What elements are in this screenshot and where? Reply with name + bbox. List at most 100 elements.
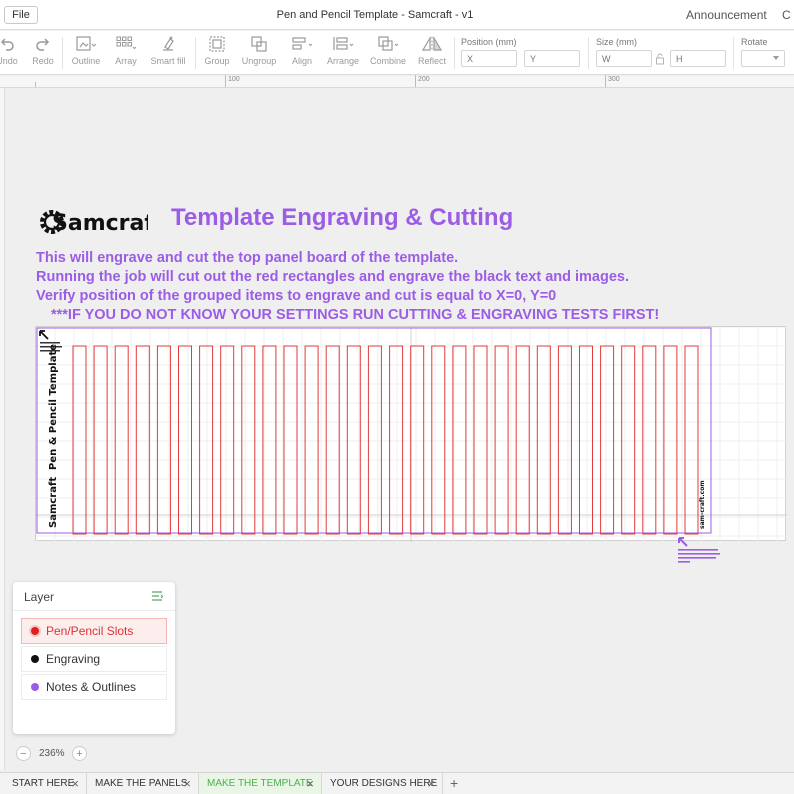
size-width-input[interactable]: [596, 50, 652, 67]
add-page-button[interactable]: +: [450, 773, 458, 794]
layer-panel-title: Layer: [24, 590, 55, 604]
document-title: Pen and Pencil Template - Samcraft - v1: [276, 9, 474, 21]
pen-slot-cut: [473, 345, 488, 535]
chevron-down-icon: [773, 56, 779, 60]
pen-slot-cut: [494, 345, 509, 535]
pen-slot-cut: [536, 345, 551, 535]
pen-slot-cut: [199, 345, 214, 535]
notes-outline-rect: [36, 327, 712, 534]
position-y-input[interactable]: [524, 50, 580, 67]
tab-label: START HERE: [12, 778, 75, 789]
pen-slot-cut: [600, 345, 615, 535]
pen-slot-group: [72, 345, 699, 535]
size-height-input[interactable]: [670, 50, 726, 67]
arrange-icon: [333, 37, 354, 50]
pen-slot-cut: [367, 345, 382, 535]
board-title-text: Pen & Pencil Template: [48, 344, 59, 470]
combine-icon: [378, 36, 399, 51]
lock-aspect-icon[interactable]: [655, 52, 665, 65]
rotate-select[interactable]: [741, 50, 785, 67]
ruler-label-200: 200: [418, 76, 430, 83]
combine-button[interactable]: Combine: [369, 35, 407, 71]
reflect-button[interactable]: Reflect: [415, 35, 449, 71]
instruction-line: This will engrave and cut the top panel …: [36, 250, 459, 266]
align-label: Align: [291, 56, 312, 66]
align-button[interactable]: Align: [286, 35, 318, 71]
instruction-line: Verify position of the grouped items to …: [36, 288, 557, 304]
arrange-button[interactable]: Arrange: [324, 35, 362, 71]
pen-slot-cut: [663, 345, 678, 535]
samcraft-logo: Samcraft: [40, 210, 148, 236]
zoom-in-button[interactable]: +: [72, 746, 87, 761]
pen-slot-cut: [220, 345, 235, 535]
cut-note: [678, 537, 720, 563]
pen-slot-cut: [621, 345, 636, 535]
file-menu-button[interactable]: File: [4, 6, 38, 24]
undo-label: Undo: [0, 56, 18, 66]
pen-slot-cut: [93, 345, 108, 535]
template-board[interactable]: Pen & Pencil Template Samcraft sam-craft…: [35, 326, 787, 542]
array-grid-icon: [116, 36, 137, 50]
horizontal-ruler: 100 200 300: [0, 75, 794, 88]
group-icon: [209, 36, 225, 52]
zoom-out-button[interactable]: −: [16, 746, 31, 761]
pen-slot-cut: [135, 345, 150, 535]
outline-button[interactable]: Outline: [68, 35, 104, 71]
layer-options-icon[interactable]: [151, 590, 163, 602]
toolbar: Undo Redo Outline Array Smart fill Group…: [0, 31, 794, 75]
smart-fill-label: Smart fill: [150, 56, 186, 66]
layer-item-pen-pencil-slots[interactable]: Pen/Pencil Slots: [21, 618, 167, 644]
layer-panel: Layer Pen/Pencil Slots Engraving Notes &…: [13, 582, 175, 734]
smart-fill-button[interactable]: Smart fill: [148, 35, 188, 71]
zoom-level: 236%: [39, 748, 65, 759]
arrange-label: Arrange: [326, 56, 360, 66]
layer-panel-divider: [13, 610, 175, 611]
close-icon[interactable]: ×: [183, 773, 191, 794]
pen-slot-cut: [304, 345, 319, 535]
pen-slot-cut: [156, 345, 171, 535]
undo-button[interactable]: Undo: [0, 35, 22, 71]
ungroup-button[interactable]: Ungroup: [239, 35, 279, 71]
pen-slot-cut: [262, 345, 277, 535]
announcement-link[interactable]: Announcement: [686, 8, 767, 22]
tab-label: YOUR DESIGNS HERE: [330, 778, 438, 789]
pen-slot-cut: [684, 345, 699, 535]
pen-slot-cut: [325, 345, 340, 535]
ungroup-label: Ungroup: [241, 56, 277, 66]
tab-make-the-template[interactable]: MAKE THE TEMPLATE ×: [199, 773, 322, 794]
outline-label: Outline: [71, 56, 101, 66]
layer-item-label: Pen/Pencil Slots: [46, 624, 134, 638]
truncated-menu-item[interactable]: C: [782, 8, 791, 22]
position-x-input[interactable]: [461, 50, 517, 67]
pen-slot-cut: [557, 345, 572, 535]
page-tab-bar: START HERE × MAKE THE PANELS × MAKE THE TE…: [0, 772, 794, 794]
toolbar-divider: [733, 37, 734, 69]
ruler-tick: [225, 75, 226, 87]
group-label: Group: [204, 56, 230, 66]
instruction-line: Running the job will cut out the red rec…: [36, 269, 629, 285]
layer-item-notes-outlines[interactable]: Notes & Outlines: [21, 674, 167, 700]
pen-slot-cut: [431, 345, 446, 535]
board-artwork: Pen & Pencil Template Samcraft sam-craft…: [36, 327, 787, 542]
array-button[interactable]: Array: [109, 35, 143, 71]
align-icon: [292, 37, 313, 50]
pen-slot-cut: [283, 345, 298, 535]
toolbar-divider: [195, 37, 196, 69]
tab-your-designs-here[interactable]: YOUR DESIGNS HERE ×: [322, 773, 443, 794]
close-icon[interactable]: ×: [306, 773, 314, 794]
close-icon[interactable]: ×: [71, 773, 79, 794]
redo-button[interactable]: Redo: [28, 35, 58, 71]
size-label: Size (mm): [596, 37, 637, 47]
page-heading: Template Engraving & Cutting: [171, 204, 514, 231]
tab-label: MAKE THE PANELS: [95, 778, 188, 789]
toolbar-divider: [454, 37, 455, 69]
layer-item-engraving[interactable]: Engraving: [21, 646, 167, 672]
array-label: Array: [115, 56, 137, 66]
toolbar-divider: [62, 37, 63, 69]
undo-icon: [0, 38, 14, 51]
ruler-tick: [415, 75, 416, 87]
close-icon[interactable]: ×: [427, 773, 435, 794]
tab-start-here[interactable]: START HERE ×: [4, 773, 87, 794]
tab-make-the-panels[interactable]: MAKE THE PANELS ×: [87, 773, 199, 794]
group-button[interactable]: Group: [201, 35, 233, 71]
